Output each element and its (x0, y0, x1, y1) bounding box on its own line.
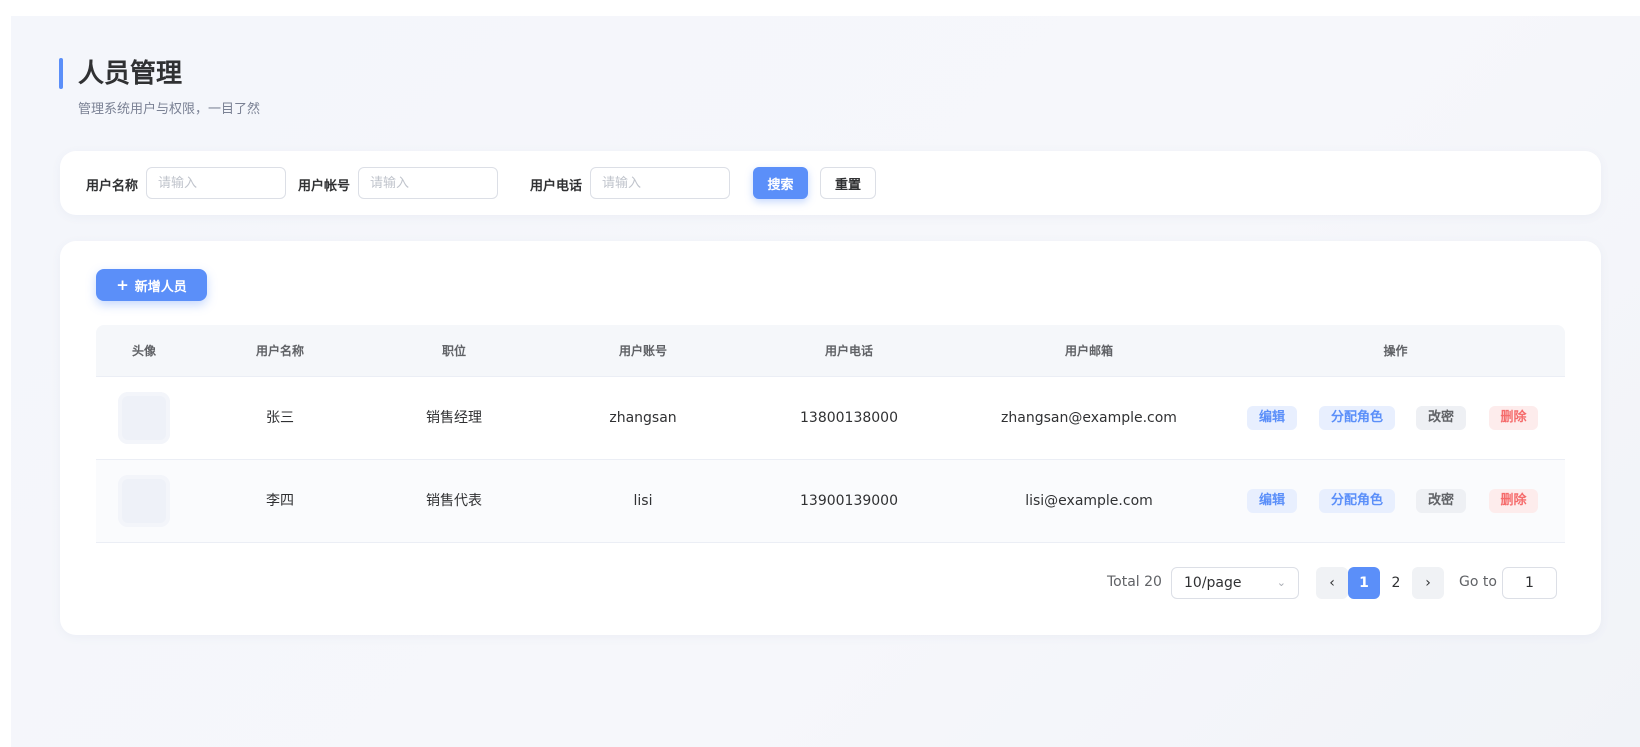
column-header-account: 用户账号 (618, 344, 667, 358)
chevron-right-icon: › (1425, 575, 1431, 591)
table-row: 李四 销售代表 lisi 13900139000 lisi@example.co… (96, 460, 1565, 543)
cell-email: lisi@example.com (1025, 493, 1153, 509)
goto-label: Go to (1459, 574, 1497, 590)
cell-phone: 13900139000 (800, 493, 898, 509)
username-input[interactable] (146, 167, 286, 199)
phone-input[interactable] (590, 167, 730, 199)
assign-role-button[interactable]: 分配角色 (1319, 489, 1395, 513)
page-title: 人员管理 (78, 59, 183, 89)
pagination: Total 20 10/page ⌄ ‹ 1 2 › Go to (60, 566, 1601, 600)
chevron-left-icon: ‹ (1329, 575, 1335, 591)
search-panel: 用户名称 用户帐号 用户电话 搜索 重置 (60, 151, 1601, 215)
phone-label: 用户电话 (530, 179, 583, 194)
page-subtitle: 管理系统用户与权限，一目了然 (78, 102, 261, 117)
column-header-email: 用户邮箱 (1064, 344, 1113, 358)
cell-position: 销售代表 (426, 493, 482, 509)
page-size-select[interactable]: 10/page ⌄ (1171, 567, 1299, 599)
column-header-actions: 操作 (1383, 344, 1408, 358)
table-header: 头像 用户名称 职位 用户账号 用户电话 用户邮箱 操作 (96, 325, 1565, 377)
table-row: 张三 销售经理 zhangsan 13800138000 zhangsan@ex… (96, 377, 1565, 460)
page-1-button[interactable]: 1 (1348, 567, 1380, 599)
add-user-button[interactable]: + 新增人员 (96, 269, 207, 301)
account-input[interactable] (358, 167, 498, 199)
user-table: 头像 用户名称 职位 用户账号 用户电话 用户邮箱 操作 张三 销售经理 zha… (96, 325, 1565, 543)
cell-name: 张三 (266, 410, 294, 426)
add-user-label: 新增人员 (134, 279, 187, 295)
column-header-position: 职位 (441, 344, 466, 358)
cell-account: zhangsan (609, 410, 677, 426)
assign-role-button[interactable]: 分配角色 (1319, 406, 1395, 430)
change-password-button[interactable]: 改密 (1416, 489, 1466, 513)
page-2-button[interactable]: 2 (1380, 567, 1412, 599)
user-table-card: + 新增人员 头像 用户名称 职位 用户账号 用户电话 用户邮箱 操作 张三 销… (60, 241, 1601, 635)
reset-button[interactable]: 重置 (820, 167, 876, 199)
goto-page-input[interactable] (1502, 567, 1557, 599)
account-label: 用户帐号 (298, 179, 351, 194)
page-size-value: 10/page (1184, 575, 1242, 591)
plus-icon: + (116, 275, 129, 294)
column-header-name: 用户名称 (255, 344, 304, 358)
chevron-down-icon: ⌄ (1276, 576, 1286, 589)
cell-phone: 13800138000 (800, 410, 898, 426)
column-header-phone: 用户电话 (824, 344, 873, 358)
edit-button[interactable]: 编辑 (1247, 489, 1297, 513)
edit-button[interactable]: 编辑 (1247, 406, 1297, 430)
cell-email: zhangsan@example.com (1001, 410, 1177, 426)
next-page-button[interactable]: › (1412, 567, 1444, 599)
cell-name: 李四 (266, 493, 294, 509)
row-actions: 编辑 分配角色 改密 删除 (1247, 377, 1557, 460)
row-actions: 编辑 分配角色 改密 删除 (1247, 460, 1557, 543)
column-header-avatar: 头像 (131, 344, 156, 358)
cell-account: lisi (633, 493, 653, 509)
pagination-total: Total 20 (1107, 574, 1162, 590)
title-accent-bar (59, 58, 63, 89)
search-button[interactable]: 搜索 (753, 167, 808, 199)
prev-page-button[interactable]: ‹ (1316, 567, 1348, 599)
delete-button[interactable]: 删除 (1489, 489, 1538, 513)
username-label: 用户名称 (86, 179, 139, 194)
change-password-button[interactable]: 改密 (1416, 406, 1466, 430)
avatar (118, 392, 170, 444)
cell-position: 销售经理 (426, 410, 482, 426)
delete-button[interactable]: 删除 (1489, 406, 1538, 430)
avatar (118, 475, 170, 527)
